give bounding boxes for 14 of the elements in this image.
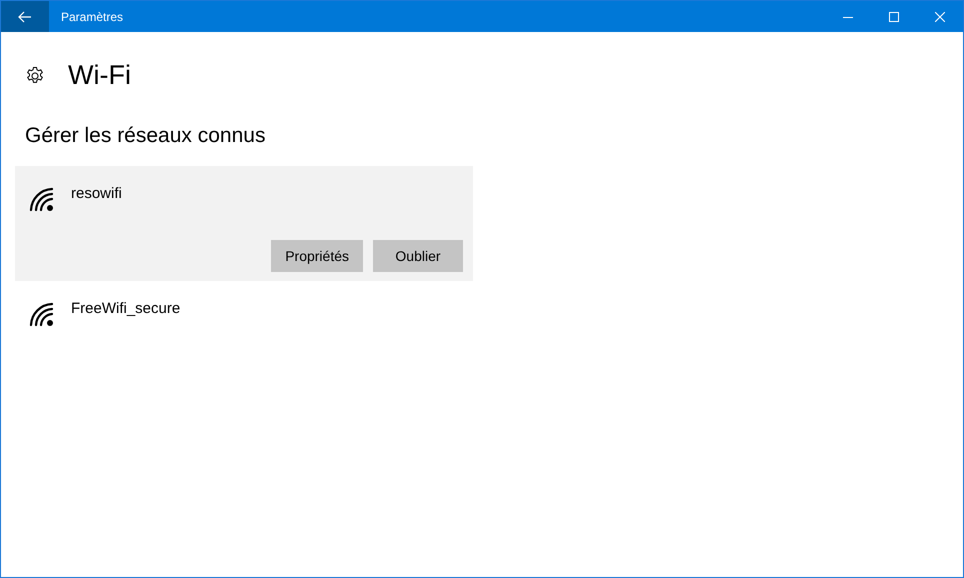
close-icon [935,12,945,22]
network-action-button[interactable]: Propriétés [271,240,363,272]
network-name: FreeWifi_secure [71,300,180,317]
network-name: resowifi [71,185,122,202]
network-action-button[interactable]: Oublier [373,240,463,272]
settings-icon [25,66,45,86]
section-title: Gérer les réseaux connus [25,124,266,148]
maximize-icon [889,12,899,22]
back-arrow-icon [18,10,32,22]
network-item[interactable]: FreeWifi_secure [15,281,473,336]
page-title: Wi-Fi [68,60,131,91]
network-item[interactable]: resowifi Propriétés Oublier [15,166,473,281]
back-button[interactable] [1,1,49,32]
window-title: Paramètres [61,10,124,24]
